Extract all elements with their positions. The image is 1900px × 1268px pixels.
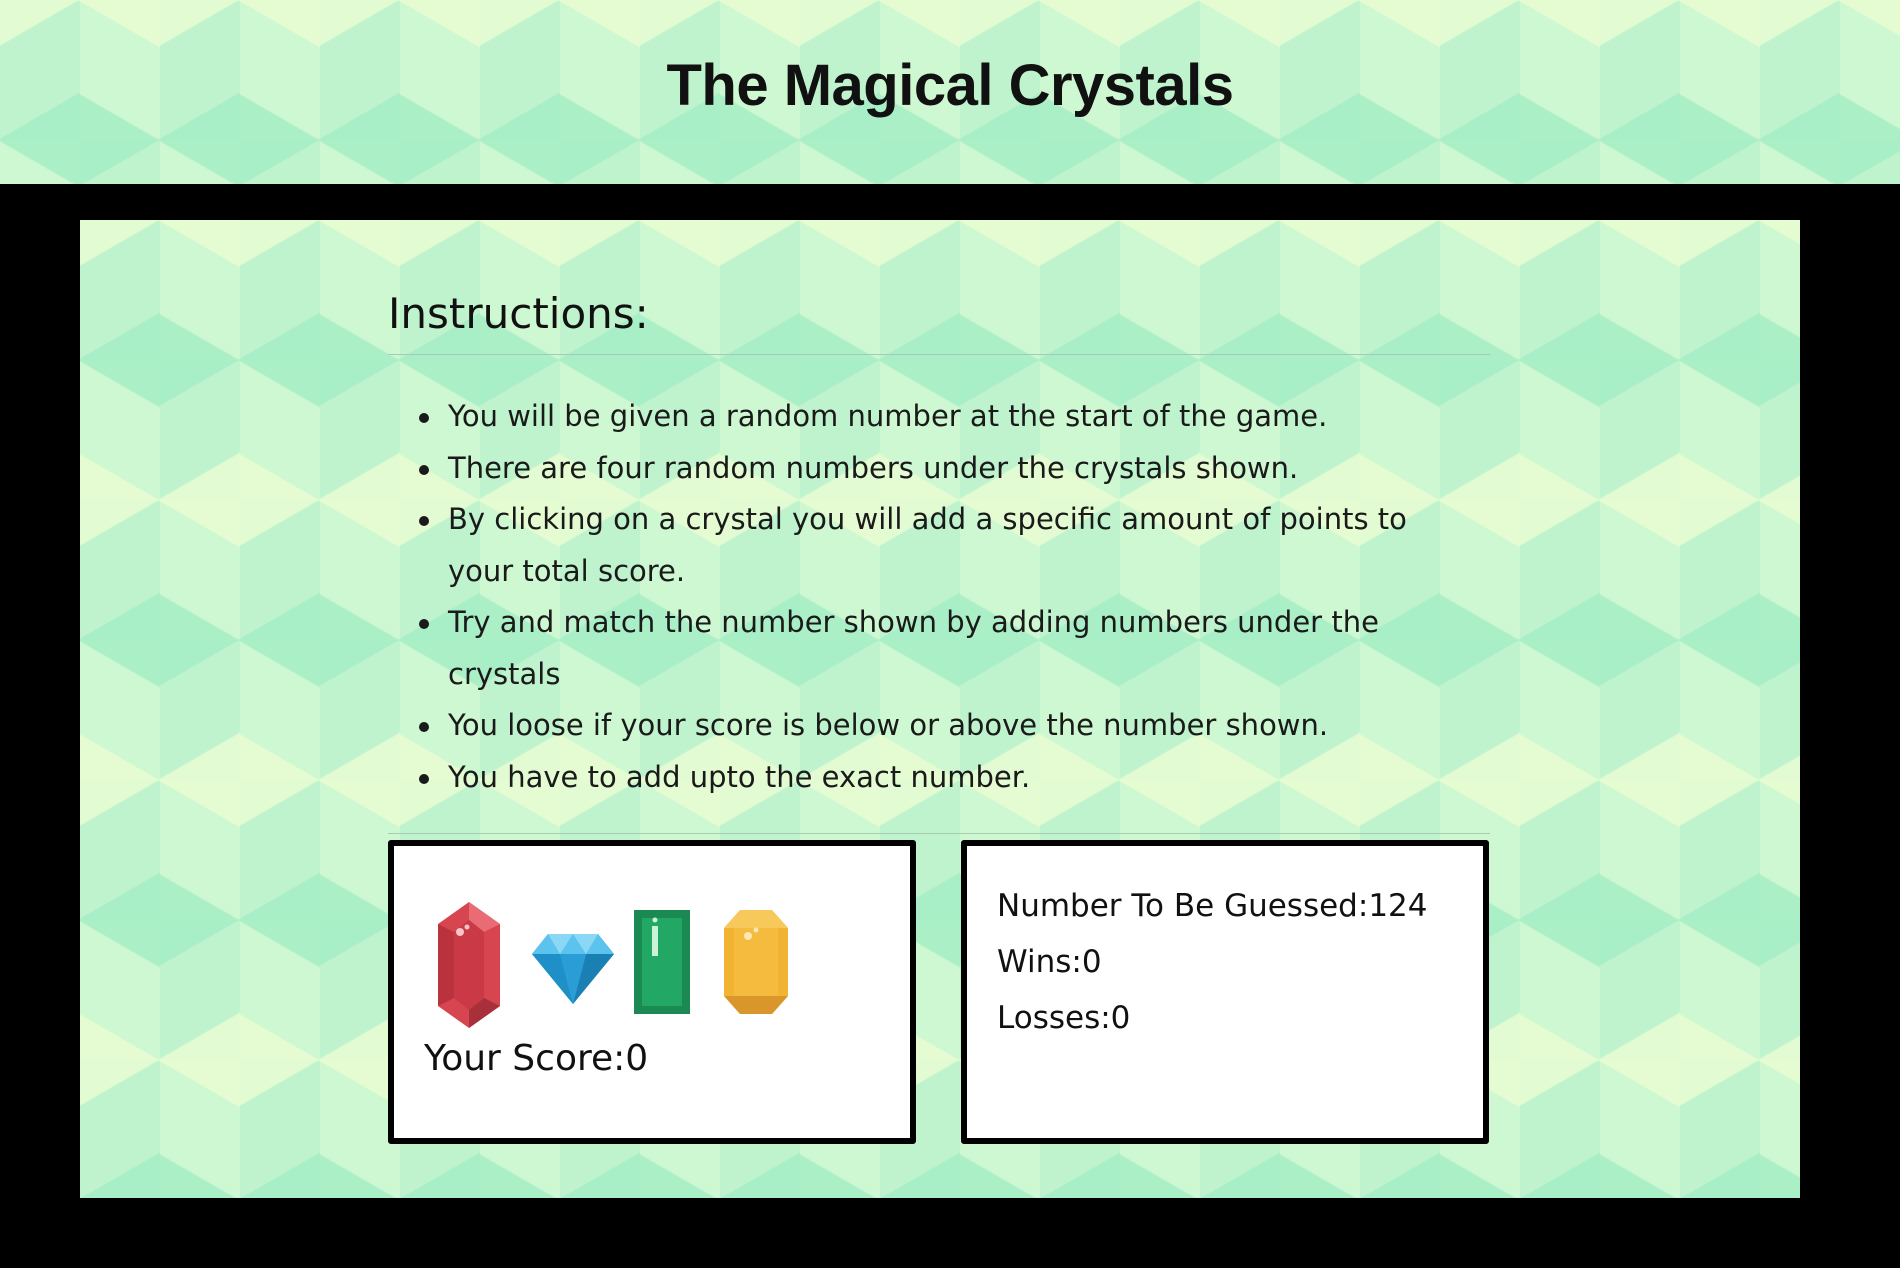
list-item: You will be given a random number at the…: [419, 391, 1490, 443]
page-title: The Magical Crystals: [666, 53, 1235, 118]
losses-count: Losses:0: [997, 1000, 1130, 1036]
yellow-crystal-icon[interactable]: [724, 910, 788, 1014]
divider: [388, 833, 1490, 834]
list-item: You loose if your score is below or abov…: [419, 700, 1490, 752]
game-container: Instructions: You will be given a random…: [80, 220, 1800, 1198]
red-crystal-icon[interactable]: [438, 902, 500, 1028]
losses-label: Losses:: [997, 1000, 1111, 1036]
green-crystal-icon[interactable]: [634, 910, 690, 1014]
wins-count: Wins:0: [997, 944, 1102, 980]
target-number: Number To Be Guessed:124: [997, 888, 1427, 924]
list-item: By clicking on a crystal you will add a …: [419, 494, 1490, 597]
crystal-panel: Your Score:0: [388, 840, 916, 1144]
list-item: You have to add upto the exact number.: [419, 752, 1490, 804]
losses-value: 0: [1110, 1000, 1131, 1036]
score-value: 0: [625, 1038, 649, 1079]
blue-diamond-icon[interactable]: [532, 934, 614, 1004]
divider: [388, 354, 1490, 355]
wins-value: 0: [1081, 944, 1102, 980]
your-score: Your Score:0: [424, 1038, 648, 1079]
instructions-section: Instructions: You will be given a random…: [388, 282, 1490, 834]
target-value: 124: [1368, 888, 1428, 924]
wins-label: Wins:: [997, 944, 1082, 980]
score-label: Your Score:: [424, 1038, 626, 1079]
page-header: The Magical Crystals: [0, 0, 1900, 184]
instructions-heading: Instructions:: [388, 289, 649, 338]
instructions-list: You will be given a random number at the…: [388, 391, 1490, 803]
target-label: Number To Be Guessed:: [997, 888, 1369, 924]
stats-panel: Number To Be Guessed:124 Wins:0 Losses:0: [961, 840, 1489, 1144]
list-item: There are four random numbers under the …: [419, 443, 1490, 495]
list-item: Try and match the number shown by adding…: [419, 597, 1490, 700]
